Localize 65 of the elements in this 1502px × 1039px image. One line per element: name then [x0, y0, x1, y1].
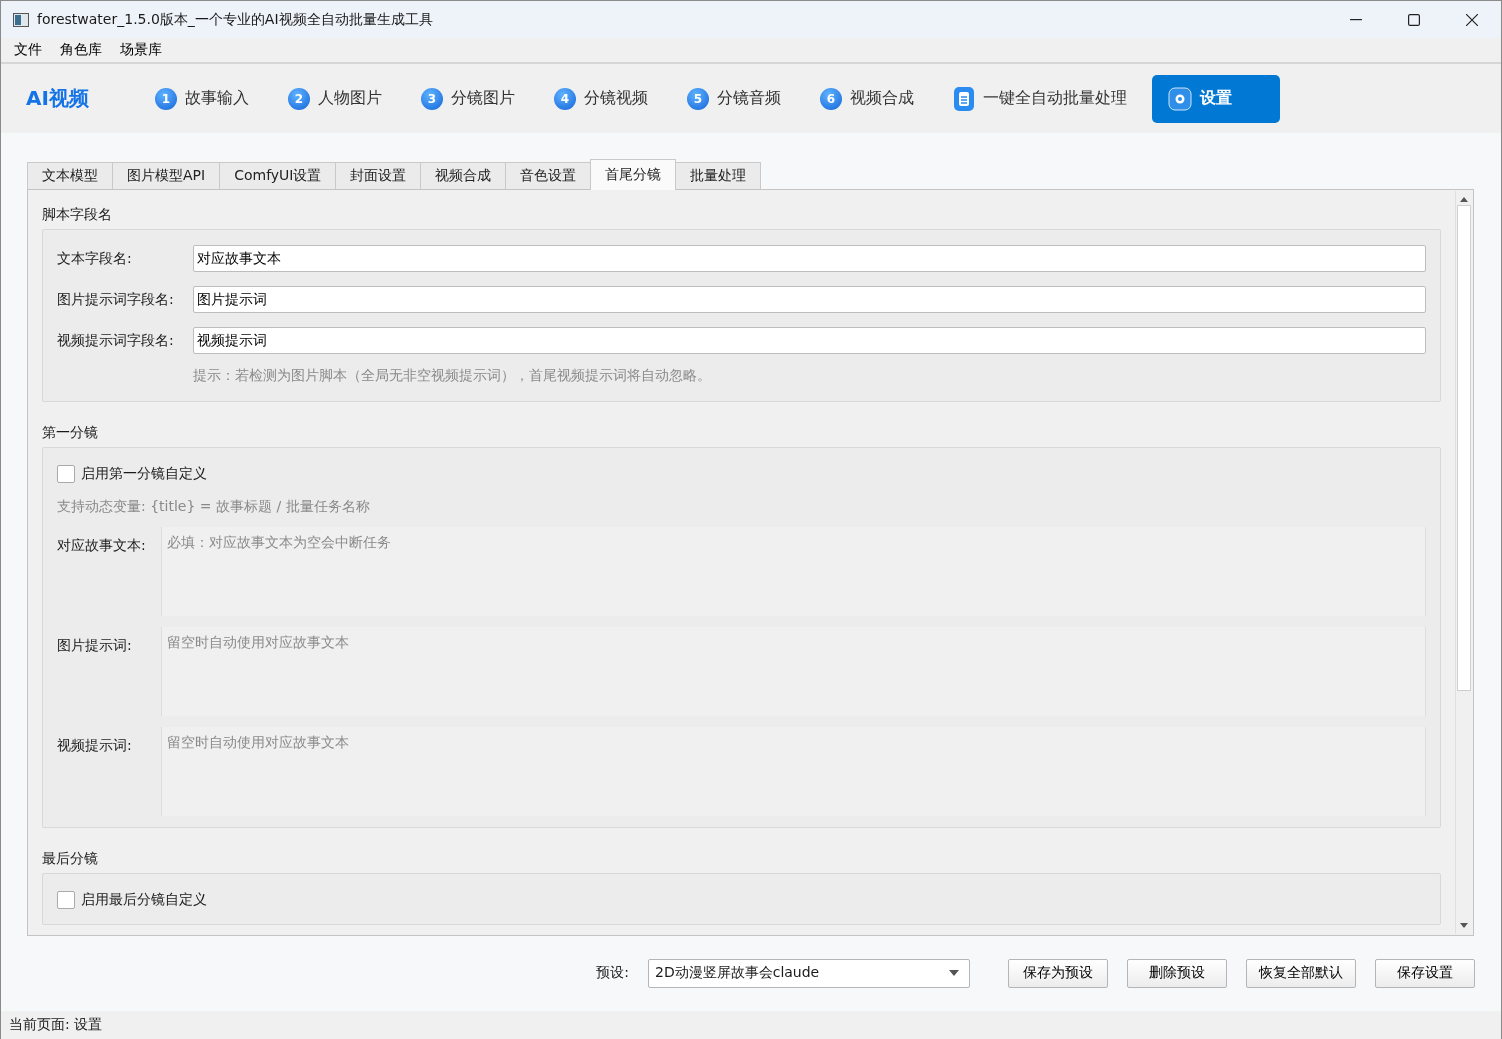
field-label: 视频提示词字段名: [57, 331, 175, 350]
hint-text: 支持动态变量: {title} = 故事标题 / 批量任务名称 [57, 498, 371, 516]
nav-tab[interactable]: 设置 [1151, 74, 1280, 123]
footer-button[interactable]: 删除预设 [1127, 958, 1227, 988]
field-label: 对应故事文本: [57, 536, 147, 555]
settings-tab[interactable]: 批量处理 [675, 162, 762, 189]
scrollbar[interactable] [1455, 191, 1472, 934]
hint-text: 提示：若检测为图片脚本（全局无非空视频提示词），首尾视频提示词将自动忽略。 [193, 367, 712, 385]
nav-tab[interactable]: 1 故事输入 [140, 74, 263, 123]
nav-tab[interactable]: 4 分镜视频 [539, 74, 662, 123]
settings-tab[interactable]: ComfyUI设置 [219, 162, 337, 189]
settings-tab[interactable]: 视频合成 [420, 162, 507, 189]
footer-button[interactable]: 保存设置 [1375, 958, 1475, 988]
step-number: 5 [686, 87, 709, 110]
preset-dropdown[interactable]: 2D动漫竖屏故事会claude [648, 958, 970, 988]
nav-tab[interactable]: 3 分镜图片 [406, 74, 529, 123]
section-title: 第一分镜 [42, 424, 99, 442]
section-title: 脚本字段名 [42, 206, 113, 224]
menu-item[interactable]: 文件 [5, 41, 51, 59]
scroll-down-icon[interactable] [1459, 922, 1469, 930]
field-label: 文本字段名: [57, 249, 133, 268]
checkbox[interactable] [57, 891, 75, 909]
nav-tab[interactable]: 一键全自动批量处理 [938, 74, 1141, 123]
close-icon[interactable] [1466, 13, 1478, 26]
section-title: 最后分镜 [42, 850, 99, 868]
step-number: 6 [819, 87, 842, 110]
dropdown-caret-icon [949, 970, 959, 976]
step-number: 1 [154, 87, 177, 110]
settings-tab[interactable]: 图片模型API [112, 162, 221, 189]
nav-tab[interactable]: 6 视频合成 [805, 74, 928, 123]
settings-tab[interactable]: 首尾分镜 [590, 159, 677, 190]
window-title: forestwater_1.5.0版本_一个专业的AI视频全自动批量生成工具 [37, 10, 433, 29]
checkbox[interactable] [57, 465, 75, 483]
menu-item[interactable]: 角色库 [51, 41, 111, 59]
nav-tab[interactable]: 5 分镜音频 [672, 74, 795, 123]
text-area[interactable]: 留空时自动使用对应故事文本 [161, 627, 1426, 716]
input-field[interactable]: 对应故事文本 [193, 245, 1426, 272]
field-label: 图片提示词: [57, 636, 133, 655]
footer-button[interactable]: 保存为预设 [1008, 958, 1108, 988]
input-field[interactable]: 图片提示词 [193, 286, 1426, 313]
footer-button[interactable]: 恢复全部默认 [1246, 958, 1356, 988]
settings-tab[interactable]: 封面设置 [335, 162, 422, 189]
minimize-icon[interactable] [1350, 18, 1362, 21]
status-text: 当前页面: 设置 [1, 1011, 1501, 1039]
preset-label: 预设: [596, 964, 629, 982]
settings-icon [1167, 86, 1192, 111]
document-icon [952, 86, 975, 111]
checkbox-label: 启用第一分镜自定义 [81, 465, 207, 483]
text-area[interactable]: 留空时自动使用对应故事文本 [161, 727, 1426, 816]
maximize-icon[interactable] [1408, 13, 1420, 26]
field-label: 视频提示词: [57, 736, 133, 755]
menu-item[interactable]: 场景库 [111, 41, 171, 59]
step-number: 3 [420, 87, 443, 110]
scroll-up-icon[interactable] [1459, 195, 1469, 203]
text-area[interactable]: 必填：对应故事文本为空会中断任务 [161, 527, 1426, 616]
input-field[interactable]: 视频提示词 [193, 327, 1426, 354]
checkbox-label: 启用最后分镜自定义 [81, 891, 207, 909]
field-label: 图片提示词字段名: [57, 290, 175, 309]
step-number: 4 [553, 87, 576, 110]
settings-tab[interactable]: 音色设置 [505, 162, 592, 189]
app-icon [13, 12, 29, 27]
settings-tab[interactable]: 文本模型 [27, 162, 113, 189]
app-brand: AI视频 [26, 85, 89, 112]
step-number: 2 [287, 87, 310, 110]
nav-tab[interactable]: 2 人物图片 [273, 74, 396, 123]
